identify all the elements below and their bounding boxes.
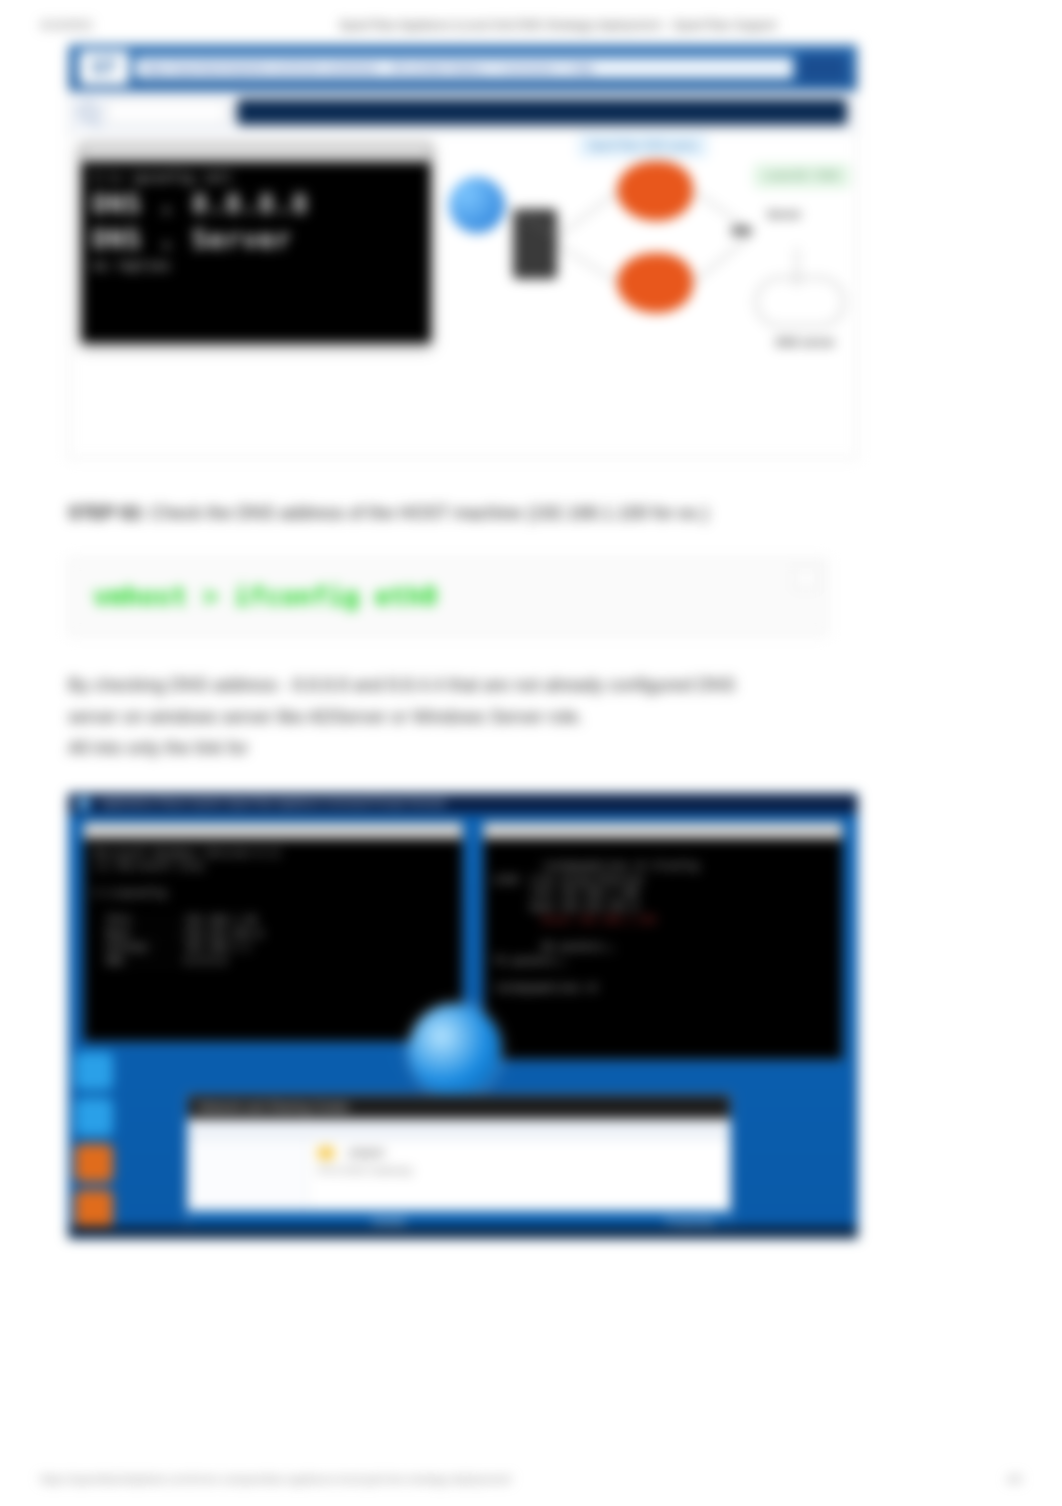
doc-header: 4/14/2021 SpamTitan Appliance (Local Gri…: [40, 18, 1022, 32]
terminal-line: no replies: [92, 258, 420, 276]
explorer-window: Network and Sharing Center adapter IPv4 …: [187, 1094, 731, 1234]
terminal-output: root@spamtitan:~# ifconfig eth0 Link enc…: [484, 839, 842, 1017]
browser-url: https://spamtitanhelpdesk.com/hc/en-us/a…: [135, 57, 793, 79]
windows-orb-icon[interactable]: [409, 1004, 501, 1096]
doc-footer: https://spamtitanhelpdesk.com/hc/en-us/s…: [40, 1474, 1022, 1486]
list-header: IPv4 DNS Gateway: [318, 1165, 720, 1177]
window-titlebar: Network and Sharing Center: [188, 1095, 730, 1119]
browser-titlebar: ST https://spamtitanhelpdesk.com/hc/en-u…: [69, 45, 857, 91]
start-icon[interactable]: [77, 797, 91, 811]
term-line: root@spamtitan:~# ifconfig eth0 Link enc…: [494, 861, 699, 913]
desktop-bottombar: [69, 1226, 857, 1238]
code-block: vmhost > ifconfig eth0: [68, 558, 828, 636]
diagram-lines: [449, 137, 849, 367]
terminal-titlebar: [484, 823, 842, 839]
window-menu[interactable]: [188, 1119, 730, 1139]
para-line: server on windows server like ADServer o…: [68, 702, 768, 734]
search-icon: [79, 103, 97, 121]
terminal-right: root@spamtitan:~# ifconfig eth0 Link enc…: [483, 822, 843, 1060]
term-line-error: Bcast 192.168.1.255: [542, 915, 656, 926]
app-icon[interactable]: [75, 1098, 113, 1136]
network-diagram: ▸▸ Server DNS server SpamTitan DNS query…: [449, 137, 849, 367]
step-text: Check the DNS address of the HOST machin…: [151, 503, 709, 523]
step-label: STEP 02:: [68, 503, 146, 523]
taskbar: Applications Places System SpamTitan App…: [69, 794, 857, 814]
doc-date: 4/14/2021: [40, 18, 93, 32]
body-paragraph: By checking DNS address - 8.8.8.8 and 8.…: [68, 670, 768, 765]
site-logo: ST: [79, 51, 129, 85]
footer-page: 4/5: [1007, 1474, 1022, 1486]
terminal-left: Microsoft Windows [Version 6.1] (c) Micr…: [83, 822, 463, 1042]
page-content: ST https://spamtitanhelpdesk.com/hc/en-u…: [68, 44, 858, 1239]
screenshot-desktop: Applications Places System SpamTitan App…: [68, 793, 858, 1239]
taskbar-items[interactable]: Applications Places System SpamTitan App…: [101, 798, 445, 809]
app-icon[interactable]: [75, 1144, 113, 1182]
browser-button[interactable]: [799, 54, 847, 82]
terminal-window: C:\> ipconfig /all DNS . 8.8.8.8 DNS . S…: [81, 143, 431, 343]
folder-icon: [318, 1147, 334, 1159]
para-line: All into only the link for: [68, 733, 768, 765]
desktop-icons: [75, 1052, 121, 1239]
doc-title: SpamTitan Appliance (Local Grid DNS Stra…: [93, 18, 1022, 32]
terminal-line-big: DNS . 8.8.8.8: [92, 188, 420, 223]
terminal-titlebar: [82, 144, 430, 162]
file-name: adapter: [348, 1147, 385, 1159]
search-input[interactable]: [107, 100, 227, 124]
app-icon[interactable]: [75, 1190, 113, 1228]
list-item[interactable]: adapter: [318, 1147, 720, 1159]
terminal-line: C:\> ipconfig /all: [92, 170, 420, 188]
terminal-titlebar: [84, 823, 462, 839]
nav-menu-bar[interactable]: [237, 99, 847, 125]
code-command: vmhost > ifconfig eth0: [93, 582, 437, 612]
footer-url: https://spamtitanhelpdesk.com/hc/en-us/s…: [40, 1474, 511, 1486]
screenshot-browser-diagram: ST https://spamtitanhelpdesk.com/hc/en-u…: [68, 44, 858, 459]
step-heading: STEP 02: Check the DNS address of the HO…: [68, 503, 858, 524]
term-line: RX packets:… TX packets:… root@spamtitan…: [494, 942, 614, 994]
para-line: By checking DNS address - 8.8.8.8 and 8.…: [68, 670, 768, 702]
app-icon[interactable]: [75, 1052, 113, 1090]
terminal-line-big: DNS . Server: [92, 223, 420, 258]
terminal-output: Microsoft Windows [Version 6.1] (c) Micr…: [84, 839, 462, 977]
browser-toolbar: [69, 91, 857, 133]
copy-icon[interactable]: [795, 567, 817, 589]
